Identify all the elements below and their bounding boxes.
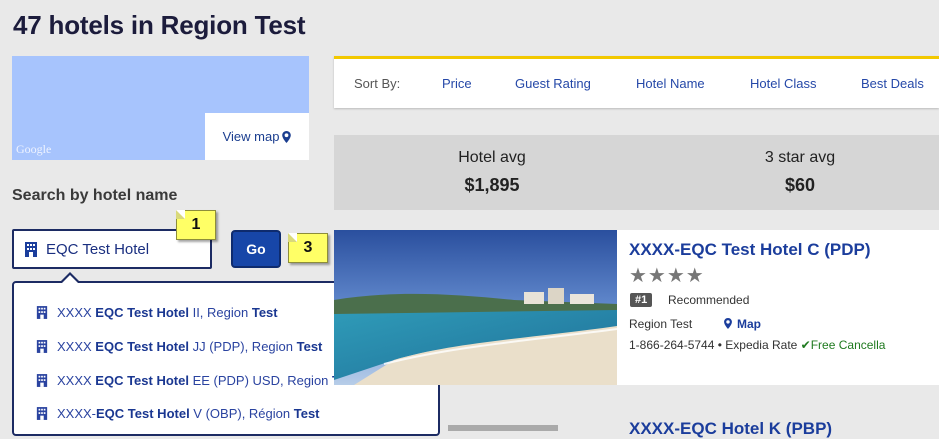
sort-option-best-deals[interactable]: Best Deals [861, 76, 924, 91]
suggestion-rest: JJ (PDP), Region [188, 339, 297, 354]
suggestion-match: Test [251, 305, 278, 320]
view-map-label: View map [222, 129, 280, 144]
hotel-phone: 1-866-264-5744 [629, 338, 715, 352]
hotel-region: Region Test [629, 317, 693, 331]
view-map-button[interactable]: View map [205, 113, 309, 160]
building-icon [36, 306, 48, 319]
sort-bar: Sort By: Price Guest Rating Hotel Name H… [334, 56, 939, 108]
search-by-hotel-name-label: Search by hotel name [12, 187, 178, 204]
separator: • [714, 338, 726, 352]
suggestion-prefix: XXXX [57, 373, 96, 388]
suggestion-prefix: XXXX- [57, 406, 97, 421]
hotel-name-link[interactable]: XXXX-EQC Test Hotel C (PDP) [629, 240, 871, 260]
suggestion-match: Test [296, 339, 323, 354]
suggestion-item[interactable]: XXXX-EQC Test Hotel V (OBP), Région Test [36, 406, 320, 421]
hotel-card[interactable]: XXXX-EQC Test Hotel C (PDP) ★★★★ #1 Reco… [334, 230, 939, 385]
building-icon [25, 242, 37, 257]
rank-label: Recommended [668, 293, 750, 307]
page-title: 47 hotels in Region Test [13, 10, 306, 40]
star-rating: ★★★★ [629, 265, 705, 287]
suggestion-rest: EE (PDP) USD, Region [188, 373, 333, 388]
building-icon [36, 374, 48, 387]
callout-3: 3 [288, 233, 328, 263]
suggestion-item[interactable]: XXXX EQC Test Hotel II, Region Test [36, 305, 278, 320]
building-icon [36, 340, 48, 353]
google-map-label: Google [16, 142, 52, 156]
search-input-value[interactable]: EQC Test Hotel [46, 241, 149, 258]
sort-option-hotel-class[interactable]: Hotel Class [750, 76, 816, 91]
hotel-photo-2[interactable] [448, 425, 558, 431]
suggestion-match: EQC Test Hotel [95, 373, 189, 388]
hotel-avg-value: $1,895 [464, 175, 520, 195]
suggestion-match: EQC Test Hotel [96, 406, 190, 421]
suggestion-prefix: XXXX [57, 305, 96, 320]
star-avg-label: 3 star avg [764, 149, 836, 166]
sort-option-hotel-name[interactable]: Hotel Name [636, 76, 705, 91]
star-avg-value: $60 [784, 175, 816, 195]
building-icon [36, 407, 48, 420]
sort-by-label: Sort By: [354, 76, 401, 91]
price-averages: Hotel avg $1,895 3 star avg $60 [334, 135, 939, 210]
rank-badge: #1 [630, 293, 653, 307]
suggestion-match: EQC Test Hotel [95, 305, 189, 320]
go-button[interactable]: Go [231, 230, 281, 268]
suggestion-match: Test [293, 406, 320, 421]
map-pin-icon [724, 318, 732, 329]
beach-photo-image [334, 230, 617, 385]
sort-option-guest-rating[interactable]: Guest Rating [515, 76, 591, 91]
hotel-avg-label: Hotel avg [458, 149, 526, 166]
map-pin-icon [282, 130, 292, 143]
hotel-contact-line: 1-866-264-5744 • Expedia Rate ✔Free Canc… [629, 338, 885, 352]
suggestion-rest: II, Region [188, 305, 252, 320]
hotel-name-link-2[interactable]: XXXX-EQC Hotel K (PBP) [629, 419, 832, 439]
suggestion-item[interactable]: XXXX EQC Test Hotel JJ (PDP), Region Tes… [36, 339, 322, 354]
suggestion-item[interactable]: XXXX EQC Test Hotel EE (PDP) USD, Region… [36, 373, 358, 388]
rate-label: Expedia Rate [725, 338, 798, 352]
hotel-photo[interactable] [334, 230, 617, 385]
free-cancellation-badge: ✔Free Cancella [800, 338, 886, 352]
map-link[interactable]: Map [724, 317, 761, 331]
callout-1: 1 [176, 210, 216, 240]
sort-option-price[interactable]: Price [442, 76, 472, 91]
map-link-label: Map [737, 317, 761, 331]
suggestion-match: EQC Test Hotel [95, 339, 189, 354]
suggestion-prefix: XXXX [57, 339, 96, 354]
suggestion-rest: V (OBP), Région [189, 406, 294, 421]
